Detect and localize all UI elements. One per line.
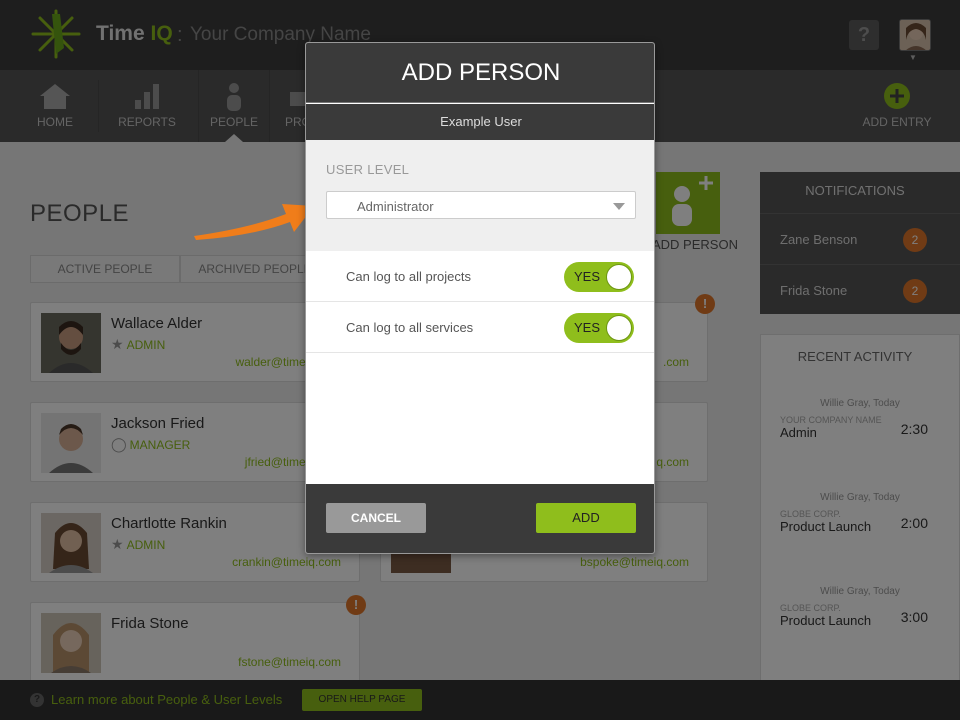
toggle-label: YES xyxy=(574,269,601,284)
permission-row-services: Can log to all services YES xyxy=(306,302,654,353)
toggle-knob xyxy=(606,264,632,290)
user-level-section: USER LEVEL Administrator xyxy=(306,140,654,251)
dialog-subtitle: Example User xyxy=(306,104,654,140)
arrow-pointer-icon xyxy=(194,204,314,240)
dialog-header: ADD PERSON xyxy=(306,43,654,103)
permission-label: Can log to all services xyxy=(346,320,474,335)
user-level-label: USER LEVEL xyxy=(326,162,410,177)
add-button[interactable]: ADD xyxy=(536,503,636,533)
user-level-select[interactable]: Administrator xyxy=(326,191,636,219)
add-person-dialog: ADD PERSON Example User USER LEVEL Admin… xyxy=(305,42,655,554)
toggle-knob xyxy=(606,315,632,341)
permission-label: Can log to all projects xyxy=(346,269,472,284)
chevron-down-icon xyxy=(613,203,625,210)
dialog-title: ADD PERSON xyxy=(401,59,561,86)
cancel-button[interactable]: CANCEL xyxy=(326,503,426,533)
toggle-all-projects[interactable]: YES xyxy=(564,262,634,292)
toggle-all-services[interactable]: YES xyxy=(564,313,634,343)
toggle-label: YES xyxy=(574,320,601,335)
user-level-value: Administrator xyxy=(357,199,434,214)
permission-row-projects: Can log to all projects YES xyxy=(306,251,654,302)
dialog-footer: CANCEL ADD xyxy=(306,484,654,553)
